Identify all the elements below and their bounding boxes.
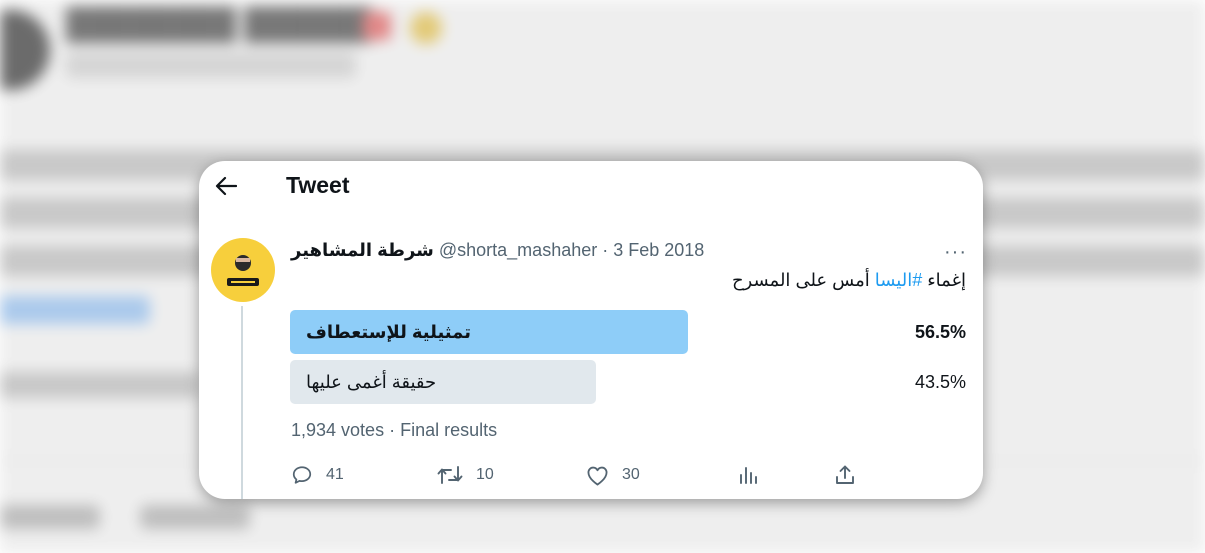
poll-status: Final results — [400, 420, 498, 440]
poll-option: حقيقة أغمى عليها 43.5% — [290, 360, 966, 404]
tweet-card: Tweet شرطة المشاهير @shorta_mashaher · 3… — [199, 161, 983, 499]
analytics-icon — [740, 467, 757, 484]
tweet-header: Tweet — [199, 161, 983, 213]
author-name[interactable]: شرطة المشاهير — [291, 240, 434, 261]
back-arrow-icon — [215, 176, 237, 196]
poll-option-label: تمثيلية للإستعطاف — [306, 322, 471, 342]
tweet-text: إغماء #اليسا أمس على المسرح — [732, 270, 966, 291]
meta-separator: · — [602, 240, 609, 260]
back-button[interactable] — [213, 173, 239, 199]
page-title: Tweet — [286, 172, 350, 198]
poll-option: تمثيلية للإستعطاف 56.5% — [290, 310, 966, 354]
like-button[interactable]: 30 — [586, 461, 640, 489]
tweet-date[interactable]: 3 Feb 2018 — [613, 240, 704, 261]
retweet-count: 10 — [476, 466, 494, 483]
share-icon — [836, 465, 854, 484]
retweet-icon — [437, 466, 463, 484]
analytics-button[interactable] — [737, 461, 759, 489]
avatar[interactable] — [211, 238, 275, 302]
like-count: 30 — [622, 466, 640, 483]
poll-summary-separator: · — [389, 420, 396, 440]
share-button[interactable] — [834, 461, 856, 489]
poll-votes: 1,934 votes — [291, 420, 385, 440]
tweet-text-suffix: أمس على المسرح — [731, 270, 875, 290]
author-handle[interactable]: @shorta_mashaher — [439, 240, 597, 261]
tweet-text-prefix: إغماء — [922, 270, 966, 290]
more-options-button[interactable]: ··· — [944, 241, 967, 264]
reply-count: 41 — [326, 466, 344, 483]
poll-option-percent: 43.5% — [914, 372, 966, 392]
avatar-logo-icon — [227, 255, 259, 286]
hashtag-link[interactable]: #اليسا — [875, 270, 922, 290]
retweet-button[interactable]: 10 — [437, 461, 494, 489]
reply-icon — [292, 466, 312, 484]
poll-option-percent: 56.5% — [914, 322, 966, 342]
poll-summary: 1,934 votes · Final results — [291, 420, 497, 441]
reply-button[interactable]: 41 — [291, 461, 344, 489]
thread-line — [241, 306, 243, 499]
like-icon — [587, 466, 608, 485]
tweet-author-line: شرطة المشاهير @shorta_mashaher · 3 Feb 2… — [291, 240, 704, 261]
poll-option-label: حقيقة أغمى عليها — [306, 372, 437, 392]
